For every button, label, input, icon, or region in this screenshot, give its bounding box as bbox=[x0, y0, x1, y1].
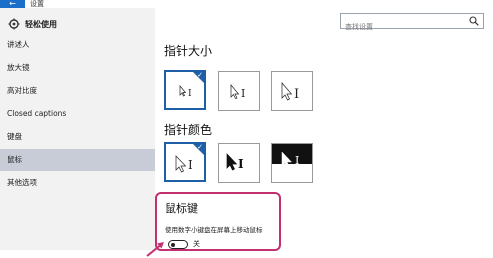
toggle-knob bbox=[171, 242, 175, 247]
sidebar-item-keyboard[interactable]: 键盘 bbox=[0, 126, 155, 148]
search-box[interactable] bbox=[340, 13, 484, 34]
gear-icon bbox=[8, 18, 20, 30]
search-icon[interactable] bbox=[469, 16, 479, 26]
sidebar-item-other-options[interactable]: 其他选项 bbox=[0, 172, 155, 194]
svg-text:I: I bbox=[238, 157, 244, 171]
pointer-size-small-option[interactable]: I ✓ bbox=[164, 70, 206, 110]
svg-text:I: I bbox=[188, 158, 193, 172]
checkmark-icon: ✓ bbox=[197, 71, 203, 79]
toggle-state-label: 关 bbox=[193, 240, 200, 248]
cursor-inverted-icon: I bbox=[272, 144, 312, 169]
svg-text:I: I bbox=[241, 87, 245, 100]
mouse-keys-title: 鼠标键 bbox=[165, 202, 198, 215]
pointer-size-large-option[interactable]: I bbox=[271, 71, 313, 111]
sidebar-header[interactable]: 轻松使用 bbox=[8, 16, 57, 32]
back-button[interactable]: ← bbox=[0, 0, 25, 8]
sidebar-item-magnifier[interactable]: 放大镜 bbox=[0, 57, 155, 79]
pointer-color-inverted-option[interactable]: I bbox=[271, 143, 313, 183]
title-bar: ← 设置 bbox=[0, 0, 493, 8]
pointer-size-medium-option[interactable]: I bbox=[218, 71, 260, 111]
sidebar: 轻松使用 讲述人 放大镜 高对比度 Closed captions 键盘 鼠标 … bbox=[0, 8, 155, 250]
sidebar-item-high-contrast[interactable]: 高对比度 bbox=[0, 80, 155, 102]
sidebar-item-closed-captions[interactable]: Closed captions bbox=[0, 103, 155, 125]
mouse-keys-toggle[interactable] bbox=[168, 240, 188, 249]
search-input[interactable] bbox=[341, 20, 465, 34]
pointer-color-white-option[interactable]: I ✓ bbox=[164, 142, 206, 182]
checkmark-icon: ✓ bbox=[197, 143, 203, 151]
sidebar-item-mouse[interactable]: 鼠标 bbox=[0, 149, 155, 171]
pointer-color-black-option[interactable]: I bbox=[218, 143, 260, 183]
mouse-keys-description: 使用数字小键盘在屏幕上移动鼠标 bbox=[165, 226, 263, 234]
cursor-large-icon: I bbox=[281, 82, 299, 102]
sidebar-item-narrator[interactable]: 讲述人 bbox=[0, 34, 155, 56]
svg-text:I: I bbox=[294, 87, 299, 102]
cursor-medium-icon: I bbox=[230, 84, 245, 100]
svg-text:I: I bbox=[188, 89, 192, 99]
arrow-left-icon: ← bbox=[9, 0, 16, 8]
main-content: 指针大小 I ✓ I I 指针颜色 I ✓ I bbox=[146, 8, 493, 257]
arrow-pointer-icon bbox=[146, 242, 164, 257]
sidebar-header-label: 轻松使用 bbox=[25, 19, 57, 29]
pointer-color-title: 指针颜色 bbox=[164, 123, 213, 137]
pointer-size-title: 指针大小 bbox=[164, 44, 213, 58]
svg-text:I: I bbox=[295, 154, 299, 167]
cursor-black-icon: I bbox=[226, 153, 244, 171]
